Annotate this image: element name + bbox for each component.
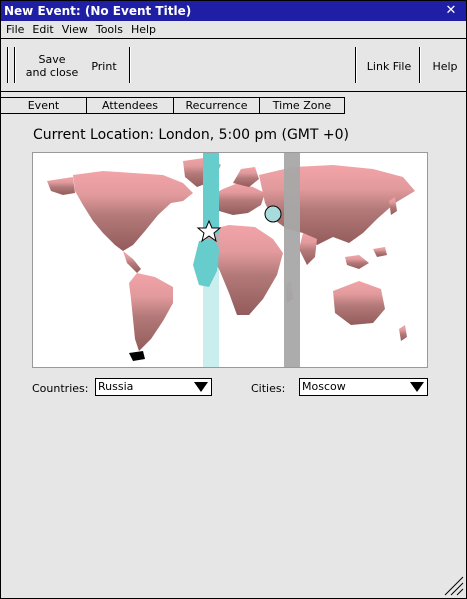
tab-recurrence[interactable]: Recurrence: [173, 97, 260, 114]
dropdown-arrow-icon[interactable]: [410, 382, 424, 392]
menu-help[interactable]: Help: [127, 21, 160, 39]
tab-attendees[interactable]: Attendees: [86, 97, 174, 114]
menu-edit[interactable]: Edit: [28, 21, 57, 39]
dropdown-arrow-icon[interactable]: [194, 382, 208, 392]
print-label: Print: [91, 59, 117, 73]
cities-label: Cities:: [251, 382, 286, 395]
toolbar-separator: [419, 47, 421, 83]
selected-time-zone-band: [284, 153, 300, 367]
world-map[interactable]: [32, 152, 428, 368]
event-window: New Event: (No Event Title) ✕ File Edit Vi…: [0, 0, 467, 599]
menu-file[interactable]: File: [1, 21, 28, 39]
circle-marker-icon[interactable]: [264, 205, 282, 223]
title-bar[interactable]: New Event: (No Event Title) ✕: [1, 1, 466, 21]
south-tip-region: [129, 351, 145, 361]
tab-event[interactable]: Event: [0, 97, 87, 114]
menu-view[interactable]: View: [58, 21, 92, 39]
link-file-button[interactable]: Link File: [361, 40, 417, 92]
cities-select[interactable]: Moscow: [299, 378, 428, 396]
and-close-label: and close: [25, 66, 79, 79]
toolbar: Save and close Print Link File Help: [1, 40, 466, 92]
toolbar-separator: [129, 47, 131, 83]
link-file-label: Link File: [366, 59, 412, 73]
countries-selected-value: Russia: [98, 380, 134, 393]
toolbar-separator: [14, 47, 16, 83]
countries-label: Countries:: [32, 382, 89, 395]
help-button[interactable]: Help: [425, 40, 465, 92]
save-label: Save: [38, 53, 66, 66]
current-location-text: Current Location: London, 5:00 pm (GMT +…: [33, 127, 349, 143]
menu-bar: File Edit View Tools Help: [1, 21, 466, 39]
window-title: New Event: (No Event Title): [4, 4, 192, 18]
world-map-graphic: [47, 153, 415, 367]
continents: [47, 157, 415, 351]
help-label: Help: [432, 59, 458, 73]
save-and-close-button[interactable]: Save and close: [21, 40, 83, 92]
countries-select[interactable]: Russia: [95, 378, 212, 396]
menu-tools[interactable]: Tools: [92, 21, 127, 39]
close-icon[interactable]: ✕: [444, 1, 458, 21]
print-button[interactable]: Print: [85, 40, 123, 92]
toolbar-separator: [7, 47, 9, 83]
resize-grip-icon[interactable]: [442, 574, 464, 596]
cities-selected-value: Moscow: [302, 380, 346, 393]
tab-time-zone[interactable]: Time Zone: [259, 97, 345, 114]
toolbar-separator: [355, 47, 357, 83]
